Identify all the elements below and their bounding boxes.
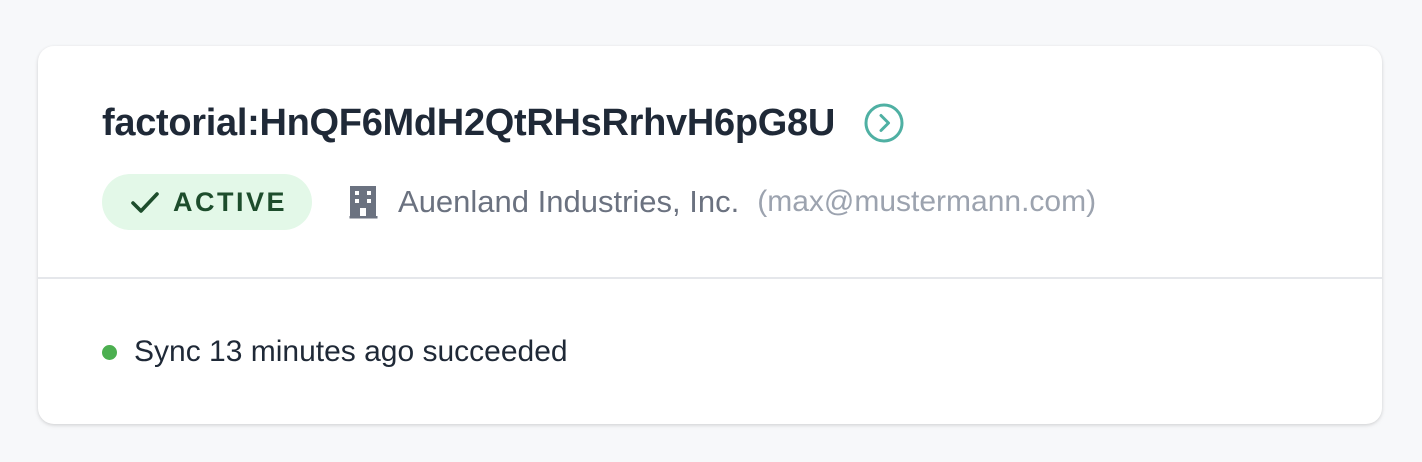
check-icon [129, 186, 161, 218]
company-name: Auenland Industries, Inc. [398, 184, 740, 219]
sync-status-dot [102, 344, 117, 360]
company-email: (max@mustermann.com) [757, 185, 1097, 218]
title-row: factorial:HnQF6MdH2QtRHsRrhvH6pG8U [102, 98, 905, 148]
status-badge: ACTIVE [102, 174, 313, 230]
sync-status-text: Sync 13 minutes ago succeeded [134, 335, 568, 368]
card-header: factorial:HnQF6MdH2QtRHsRrhvH6pG8U ACTIV… [38, 46, 1382, 278]
connection-card: factorial:HnQF6MdH2QtRHsRrhvH6pG8U ACTIV… [38, 46, 1382, 424]
sync-status: Sync 13 minutes ago succeeded [102, 330, 568, 374]
building-icon [348, 185, 378, 219]
connection-title: factorial:HnQF6MdH2QtRHsRrhvH6pG8U [102, 101, 836, 144]
chevron-right-circle-icon[interactable] [863, 102, 905, 144]
meta-row: ACTIVE Auenland Industries, Inc. (max@mu… [102, 174, 1096, 230]
status-label: ACTIVE [173, 186, 288, 217]
divider [38, 277, 1382, 279]
